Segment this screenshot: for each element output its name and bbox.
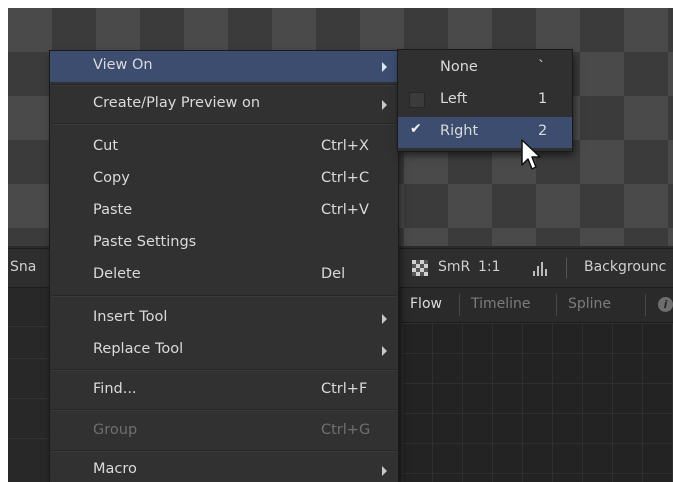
flow-grid[interactable] (402, 323, 673, 482)
menu-item-copy[interactable]: Copy Ctrl+C (50, 164, 398, 195)
mouse-cursor-icon (521, 139, 541, 170)
menu-item-shortcut: Ctrl+X (321, 138, 369, 154)
checkerboard-icon[interactable] (412, 260, 428, 276)
submenu-arrow-icon (382, 314, 387, 324)
submenu-arrow-icon (382, 62, 387, 72)
view-on-submenu: None ` Left 1 ✔ Right 2 (398, 50, 572, 151)
menu-item-label: Insert Tool (93, 309, 168, 325)
submenu-item-label: None (440, 59, 478, 75)
menu-item-macro[interactable]: Macro (50, 455, 398, 482)
menu-item-label: Find... (93, 381, 137, 397)
menu-item-shortcut: Del (321, 266, 346, 282)
submenu-item-left[interactable]: Left 1 (398, 85, 572, 116)
snap-label[interactable]: Sna (10, 259, 36, 275)
menu-item-label: Create/Play Preview on (93, 95, 261, 111)
menu-item-shortcut: Ctrl+V (321, 202, 369, 218)
menu-item-label: Paste Settings (93, 234, 197, 250)
fusion-window: Sna SmR 1:1 Backgrounc Flow Timeline Spl… (8, 8, 673, 482)
menu-item-label: Replace Tool (93, 341, 184, 357)
submenu-item-none[interactable]: None ` (398, 53, 572, 84)
menu-item-group: Group Ctrl+G (50, 416, 398, 447)
menu-item-label: Macro (93, 461, 137, 477)
submenu-item-label: Left (440, 91, 468, 107)
menu-item-view-on[interactable]: View On (50, 51, 398, 82)
menu-item-insert-tool[interactable]: Insert Tool (50, 303, 398, 334)
menu-item-cut[interactable]: Cut Ctrl+X (50, 132, 398, 163)
info-icon[interactable]: i (658, 297, 673, 312)
context-menu: View On Create/Play Preview on Cut Ctrl+… (50, 51, 398, 482)
menu-item-delete[interactable]: Delete Del (50, 260, 398, 291)
menu-item-replace-tool[interactable]: Replace Tool (50, 335, 398, 366)
submenu-item-shortcut: ` (538, 59, 546, 75)
menu-item-create-play-preview[interactable]: Create/Play Preview on (50, 89, 398, 120)
menu-item-shortcut: Ctrl+G (321, 422, 371, 438)
menu-item-label: Delete (93, 266, 141, 282)
audio-icon[interactable] (533, 262, 547, 276)
submenu-item-shortcut: 1 (538, 91, 548, 107)
background-button[interactable]: Backgrounc (584, 259, 666, 275)
zoom-ratio-button[interactable]: 1:1 (478, 259, 501, 275)
menu-item-paste-settings[interactable]: Paste Settings (50, 228, 398, 259)
submenu-item-label: Right (440, 123, 479, 139)
checkbox-icon (409, 92, 425, 108)
submenu-arrow-icon (382, 466, 387, 476)
menu-item-paste[interactable]: Paste Ctrl+V (50, 196, 398, 227)
menu-item-label: Group (93, 422, 138, 438)
menu-item-label: Paste (93, 202, 133, 218)
menu-item-label: Cut (93, 138, 118, 154)
menu-item-label: Copy (93, 170, 130, 186)
tab-flow[interactable]: Flow (410, 296, 442, 312)
tab-spline[interactable]: Spline (568, 296, 611, 312)
submenu-arrow-icon (382, 100, 387, 110)
submenu-item-shortcut: 2 (538, 123, 548, 139)
tab-timeline[interactable]: Timeline (471, 296, 531, 312)
checkmark-icon: ✔ (410, 121, 422, 137)
menu-item-shortcut: Ctrl+F (321, 381, 368, 397)
submenu-arrow-icon (382, 346, 387, 356)
menu-item-label: View On (93, 57, 153, 73)
smr-button[interactable]: SmR (438, 259, 470, 275)
menu-item-shortcut: Ctrl+C (321, 170, 370, 186)
view-tabs: Flow Timeline Spline i (402, 288, 673, 323)
menu-item-find[interactable]: Find... Ctrl+F (50, 375, 398, 406)
